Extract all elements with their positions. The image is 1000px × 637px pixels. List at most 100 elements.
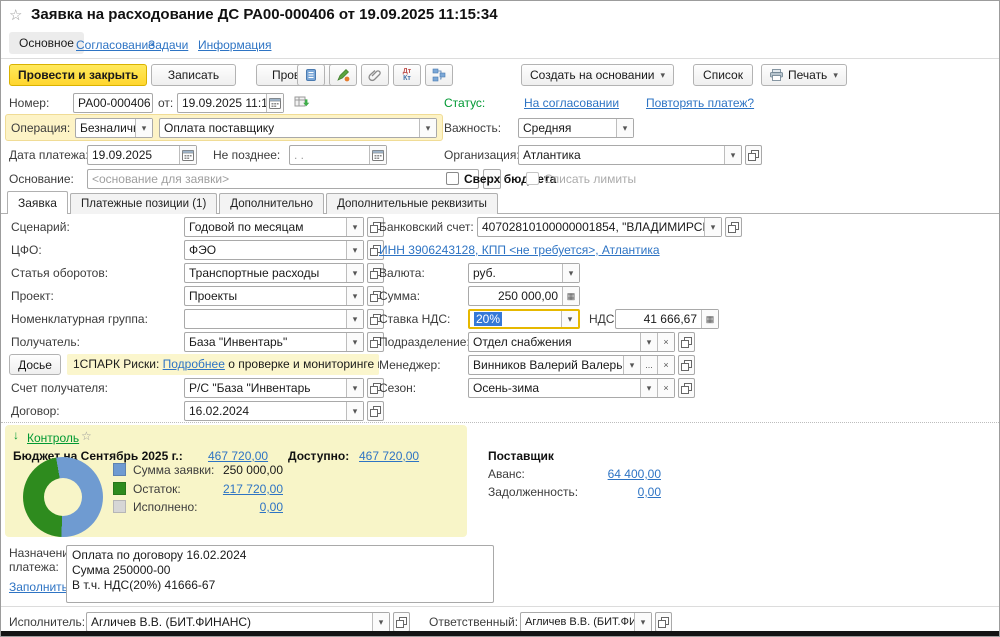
nav-tab-tasks[interactable]: Задачи [148, 38, 188, 52]
responsible-field[interactable]: Агличев В.В. (БИТ.ФИНАНС)▾ [520, 612, 652, 632]
control-star-icon[interactable]: ☆ [81, 429, 92, 443]
inn-kpp-link[interactable]: ИНН 3906243128, КПП <не требуется>, Атла… [379, 240, 660, 260]
season-field[interactable]: Осень-зима▾× [468, 378, 675, 398]
contract-field[interactable]: 16.02.2024▾ [184, 401, 364, 421]
datetime-field[interactable]: 19.09.2025 11:15:34 [177, 93, 284, 113]
legend-executed-label: Исполнено: [133, 497, 197, 517]
not-later-field[interactable]: . . [289, 145, 387, 165]
dropdown-icon[interactable]: ▾ [346, 264, 363, 282]
dropdown-icon[interactable]: ▾ [346, 333, 363, 351]
nomenclature-group-field[interactable]: ▾ [184, 309, 364, 329]
tab-additional-attributes[interactable]: Дополнительные реквизиты [326, 193, 498, 214]
create-based-on-button[interactable]: Создать на основании▾ [521, 64, 674, 86]
attachments-button[interactable] [361, 64, 389, 86]
fill-purpose-link[interactable]: Заполнить [9, 577, 68, 597]
post-and-close-button[interactable]: Провести и закрыть [9, 64, 147, 86]
payment-date-field[interactable]: 19.09.2025 [87, 145, 197, 165]
nav-tab-approval[interactable]: Согласование [76, 38, 155, 52]
dropdown-icon[interactable]: ▾ [640, 333, 657, 351]
favorite-star-icon[interactable]: ☆ [9, 6, 22, 24]
calculator-icon[interactable]: ▦ [562, 287, 579, 305]
tab-request[interactable]: Заявка [7, 191, 68, 214]
dropdown-icon[interactable]: ▾ [346, 310, 363, 328]
spark-more-link[interactable]: Подробнее [163, 357, 225, 371]
dossier-button[interactable]: Досье [9, 354, 61, 375]
available-value-link[interactable]: 467 720,00 [359, 446, 419, 466]
bank-account-field[interactable]: 40702810100000001854, "ВЛАДИМИРСКИЙ" ФБ … [477, 217, 722, 237]
more-icon[interactable]: ... [640, 356, 657, 374]
open-season-button[interactable] [678, 378, 695, 398]
repeat-payment-link[interactable]: Повторять платеж? [646, 93, 754, 113]
dropdown-icon[interactable]: ▾ [640, 379, 657, 397]
open-organization-button[interactable] [745, 145, 762, 165]
manager-field[interactable]: Винников Валерий Валерьевич▾...× [468, 355, 675, 375]
open-responsible-button[interactable] [655, 612, 672, 632]
open-department-button[interactable] [678, 332, 695, 352]
dropdown-icon[interactable]: ▾ [346, 218, 363, 236]
calculator-icon[interactable]: ▦ [701, 310, 718, 328]
print-button[interactable]: Печать▾ [761, 64, 847, 86]
importance-select[interactable]: Средняя ▾ [518, 118, 634, 138]
open-manager-button[interactable] [678, 355, 695, 375]
department-field[interactable]: Отдел снабжения▾× [468, 332, 675, 352]
clear-icon[interactable]: × [657, 379, 674, 397]
vat-rate-select[interactable]: 20%▾ [468, 309, 580, 329]
clear-icon[interactable]: × [657, 356, 674, 374]
control-link[interactable]: Контроль [27, 428, 79, 448]
dropdown-icon[interactable]: ▾ [419, 119, 436, 137]
dropdown-icon[interactable]: ▾ [372, 613, 389, 631]
payment-type-select[interactable]: Безналичные ▾ [75, 118, 153, 138]
dropdown-icon[interactable]: ▾ [623, 356, 640, 374]
dropdown-icon[interactable]: ▾ [346, 287, 363, 305]
debit-credit-button[interactable]: ДтКт [393, 64, 421, 86]
dropdown-icon[interactable]: ▾ [616, 119, 633, 137]
calendar-icon[interactable] [179, 146, 196, 164]
dropdown-icon[interactable]: ▾ [135, 119, 152, 137]
calendar-icon[interactable] [369, 146, 386, 164]
open-bank-account-button[interactable] [725, 217, 742, 237]
recipient-field[interactable]: База "Инвентарь"▾ [184, 332, 364, 352]
vat-field[interactable]: 41 666,67▦ [615, 309, 719, 329]
calendar-icon[interactable] [266, 94, 283, 112]
legend-executed-value-link[interactable]: 0,00 [199, 498, 283, 516]
purpose-textarea[interactable]: Оплата по договору 16.02.2024 Сумма 2500… [66, 545, 494, 603]
organization-field[interactable]: Атлантика ▾ [518, 145, 742, 165]
tab-payment-positions[interactable]: Платежные позиции (1) [70, 193, 217, 214]
operation-kind-select[interactable]: Оплата поставщику ▾ [159, 118, 437, 138]
save-button[interactable]: Записать [151, 64, 236, 86]
executor-field[interactable]: Агличев В.В. (БИТ.ФИНАНС)▾ [86, 612, 390, 632]
dropdown-icon[interactable]: ▾ [704, 218, 721, 236]
cfo-field[interactable]: ФЭО▾ [184, 240, 364, 260]
status-link[interactable]: На согласовании [524, 93, 619, 113]
debt-value-link[interactable]: 0,00 [577, 483, 661, 501]
dropdown-icon[interactable]: ▾ [634, 613, 651, 631]
amount-field[interactable]: 250 000,00▦ [468, 286, 580, 306]
open-contract-button[interactable] [367, 401, 384, 421]
document-journal-icon[interactable] [297, 64, 325, 86]
dropdown-icon[interactable]: ▾ [346, 241, 363, 259]
dropdown-icon[interactable]: ▾ [562, 264, 579, 282]
nav-tab-main[interactable]: Основное [9, 32, 84, 54]
clear-icon[interactable]: × [657, 333, 674, 351]
copy-datetime-button[interactable] [289, 93, 315, 113]
document-structure-button[interactable] [425, 64, 453, 86]
nav-tab-info[interactable]: Информация [198, 38, 271, 52]
turnover-item-field[interactable]: Транспортные расходы▾ [184, 263, 364, 283]
legend-remainder-value-link[interactable]: 217 720,00 [199, 480, 283, 498]
list-button[interactable]: Список [693, 64, 753, 86]
scenario-field[interactable]: Годовой по месяцам▾ [184, 217, 364, 237]
currency-select[interactable]: руб.▾ [468, 263, 580, 283]
number-field[interactable]: РА00-000406 [73, 93, 153, 113]
basis-field[interactable]: <основание для заявки> [87, 169, 479, 189]
advance-value-link[interactable]: 64 400,00 [577, 465, 661, 483]
dropdown-icon[interactable]: ▾ [724, 146, 741, 164]
dropdown-icon[interactable]: ▾ [561, 311, 578, 327]
open-executor-button[interactable] [393, 612, 410, 632]
over-budget-checkbox[interactable] [446, 172, 459, 185]
edit-pen-button[interactable] [329, 64, 357, 86]
dropdown-icon[interactable]: ▾ [346, 402, 363, 420]
recipient-account-field[interactable]: Р/С "База "Инвентарь▾ [184, 378, 364, 398]
project-field[interactable]: Проекты▾ [184, 286, 364, 306]
tab-additional[interactable]: Дополнительно [219, 193, 324, 214]
dropdown-icon[interactable]: ▾ [346, 379, 363, 397]
